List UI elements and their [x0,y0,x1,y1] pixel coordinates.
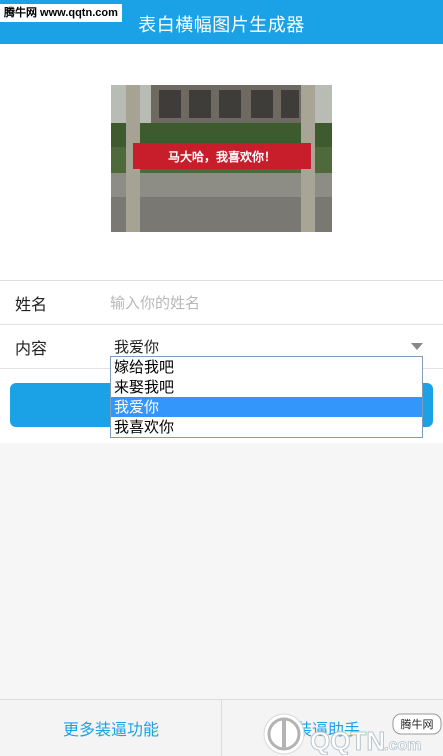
preview-area: 马大哈，我喜欢你！ [0,44,443,280]
svg-text:.com: .com [384,737,421,754]
app-header: 表白横幅图片生成器 腾牛网 www.qqtn.com [0,0,443,44]
content-label: 内容 [15,339,48,358]
chevron-down-icon[interactable] [411,343,423,350]
dropdown-option[interactable]: 我喜欢你 [111,417,422,437]
dropdown-option-selected[interactable]: 我爱你 [111,397,422,417]
content-select[interactable]: 我爱你 [114,336,159,357]
banner-text: 马大哈，我喜欢你！ [168,149,276,164]
content-dropdown-list[interactable]: 嫁给我吧 来娶我吧 我爱你 我喜欢你 [110,356,423,438]
dropdown-option[interactable]: 嫁给我吧 [111,357,422,377]
svg-text:QQTN: QQTN [310,726,385,755]
name-label: 姓名 [15,295,48,314]
footer-divider [221,700,222,756]
watermark-logo: QQTN .com 腾牛网 [263,713,442,755]
banner-preview-image: 马大哈，我喜欢你！ [111,85,332,232]
name-row: 姓名 [0,281,443,325]
more-features-link[interactable]: 更多装逼功能 [63,716,159,740]
name-input[interactable] [108,287,412,319]
watermark-site-tag: 腾牛网 www.qqtn.com [0,4,122,22]
banner-scene-illustration: 马大哈，我喜欢你！ [111,85,332,232]
dropdown-option[interactable]: 来娶我吧 [111,377,422,397]
svg-text:腾牛网: 腾牛网 [401,717,434,731]
